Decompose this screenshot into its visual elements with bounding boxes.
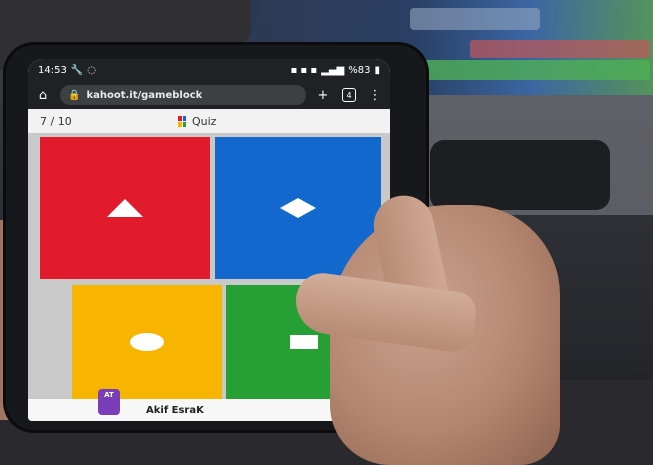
home-icon[interactable]: ⌂ <box>34 86 52 104</box>
tab-count: 4 <box>342 88 356 102</box>
answer-button-triangle[interactable] <box>40 137 210 279</box>
quiz-header: 7 / 10 Quiz <box>28 109 390 133</box>
answer-button-circle[interactable] <box>72 285 222 399</box>
kahoot-logo-icon <box>178 115 186 127</box>
quiz-title: Quiz <box>192 114 217 128</box>
player-name: Akif EsraK <box>146 404 204 416</box>
avatar: AT <box>98 389 120 415</box>
address-bar[interactable]: 🔒 kahoot.it/gameblock <box>60 85 306 105</box>
triangle-icon <box>107 199 143 217</box>
diamond-icon <box>280 198 316 218</box>
status-time: 14:53 <box>38 64 67 76</box>
battery-percent: %83 <box>348 64 371 76</box>
quiz-title-group: Quiz <box>178 115 216 128</box>
notification-icons: ▪ ▪ ▪ <box>290 64 318 76</box>
square-icon <box>289 335 318 349</box>
url-text: kahoot.it/gameblock <box>86 89 203 101</box>
signal-icon: ▂▄▆ <box>321 64 345 76</box>
question-counter: 7 / 10 <box>40 114 72 128</box>
browser-toolbar: ⌂ 🔒 kahoot.it/gameblock + 4 ⋮ <box>28 81 390 109</box>
whatsapp-icon: ◌ <box>87 64 97 76</box>
tab-switcher-button[interactable]: 4 <box>340 86 358 104</box>
circle-icon <box>130 333 164 351</box>
menu-icon[interactable]: ⋮ <box>366 86 384 104</box>
new-tab-button[interactable]: + <box>314 86 332 104</box>
status-bar: 14:53 🔧 ◌ ▪ ▪ ▪ ▂▄▆ %83 ▮ <box>28 59 390 81</box>
battery-icon: ▮ <box>374 64 380 76</box>
lock-icon: 🔒 <box>68 89 81 101</box>
background-chair <box>430 140 610 210</box>
avatar-initials: AT <box>104 391 114 399</box>
wrench-icon: 🔧 <box>70 64 84 76</box>
